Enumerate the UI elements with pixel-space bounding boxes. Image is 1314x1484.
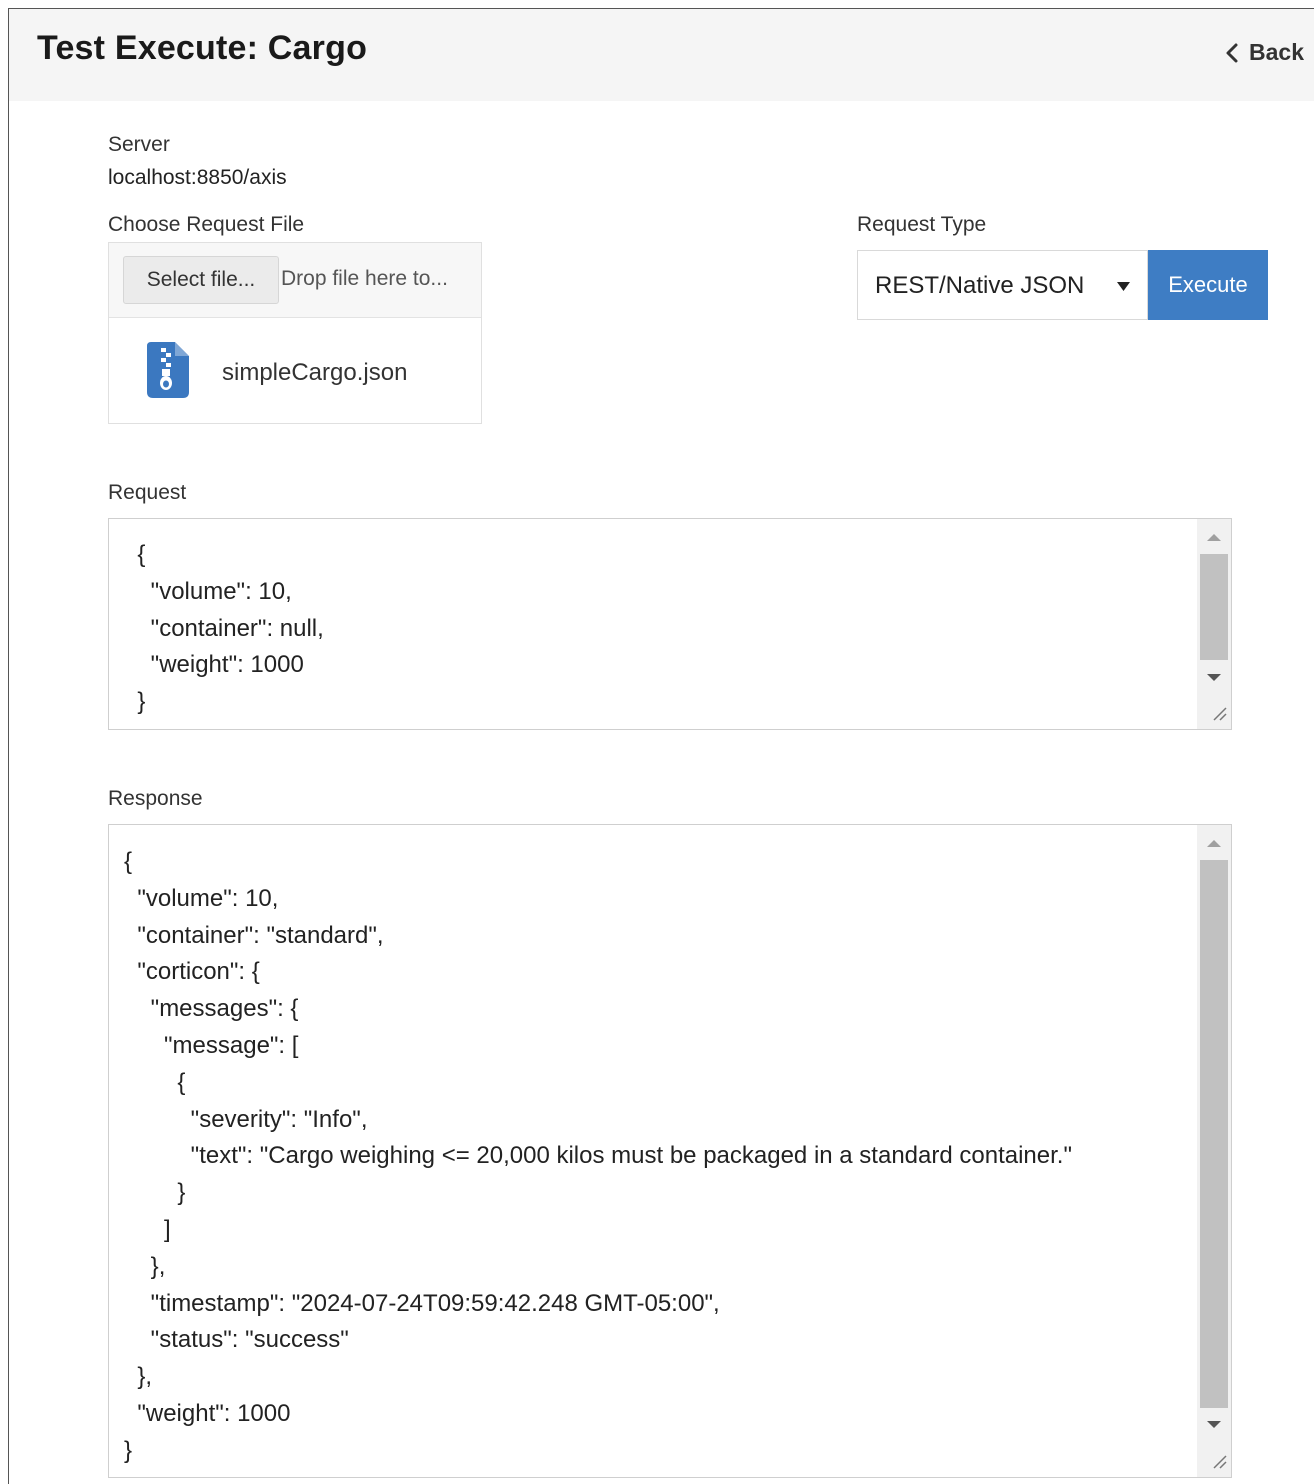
request-content: { "volume": 10, "container": null, "weig…: [137, 541, 324, 716]
caret-down-icon: [1117, 279, 1130, 297]
resize-handle-icon[interactable]: [1208, 702, 1228, 727]
page-header: Test Execute: Cargo Back: [9, 9, 1314, 101]
response-scrollbar[interactable]: [1197, 825, 1231, 1477]
scroll-up-arrow-icon[interactable]: [1197, 829, 1231, 859]
chevron-left-icon: [1225, 42, 1239, 64]
request-file-label: Choose Request File: [108, 213, 305, 236]
file-upload: Select file... Drop file here to... simp…: [108, 242, 482, 424]
zip-file-icon: [147, 342, 189, 403]
server-value: localhost:8850/axis: [108, 166, 287, 189]
select-file-button[interactable]: Select file...: [123, 256, 279, 304]
scroll-down-arrow-icon[interactable]: [1197, 1410, 1231, 1440]
back-label: Back: [1249, 39, 1304, 65]
server-label: Server: [108, 133, 170, 156]
file-upload-toolbar[interactable]: Select file... Drop file here to...: [109, 243, 481, 318]
request-type-value: REST/Native JSON: [875, 272, 1085, 299]
response-label: Response: [108, 787, 203, 810]
response-textarea[interactable]: { "volume": 10, "container": "standard",…: [108, 824, 1232, 1478]
execute-button[interactable]: Execute: [1148, 250, 1268, 320]
request-scrollbar[interactable]: [1197, 519, 1231, 729]
scroll-up-arrow-icon[interactable]: [1197, 523, 1231, 553]
scrollbar-thumb[interactable]: [1200, 554, 1228, 660]
request-type-label: Request Type: [857, 213, 987, 236]
back-button[interactable]: Back: [1225, 39, 1304, 66]
scrollbar-thumb[interactable]: [1200, 860, 1228, 1408]
response-content: { "volume": 10, "container": "standard",…: [124, 848, 1072, 1464]
request-label: Request: [108, 481, 187, 504]
request-type-select[interactable]: REST/Native JSON: [857, 250, 1148, 320]
drop-zone-hint: Drop file here to...: [281, 267, 448, 290]
page-title: Test Execute: Cargo: [37, 29, 368, 67]
resize-handle-icon[interactable]: [1208, 1450, 1228, 1475]
scroll-down-arrow-icon[interactable]: [1197, 663, 1231, 693]
file-name: simpleCargo.json: [222, 358, 408, 386]
uploaded-file-item: simpleCargo.json: [147, 342, 407, 403]
request-textarea[interactable]: { "volume": 10, "container": null, "weig…: [108, 518, 1232, 730]
